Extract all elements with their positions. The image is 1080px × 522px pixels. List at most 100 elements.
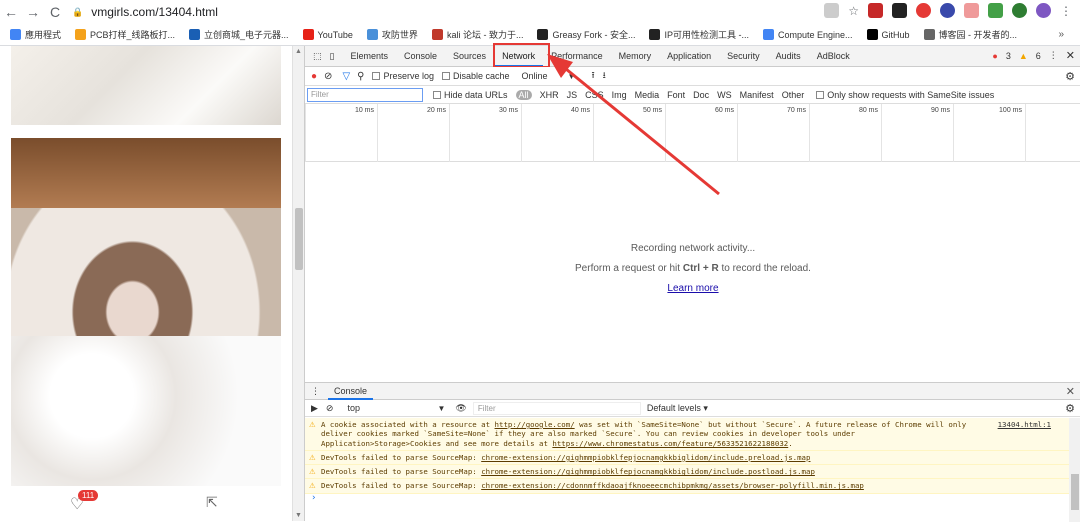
console-prompt[interactable]: › — [305, 493, 1069, 503]
extension-icon[interactable] — [868, 3, 883, 18]
scrollbar-thumb[interactable] — [295, 208, 303, 270]
page-scrollbar[interactable]: ▲ ▼ — [292, 46, 304, 521]
log-levels-select[interactable]: Default levels ▾ — [647, 403, 708, 414]
bookmark-item[interactable]: Compute Engine... — [762, 29, 853, 40]
back-button[interactable]: ← — [0, 1, 22, 23]
scroll-down-icon[interactable]: ▼ — [295, 512, 302, 519]
context-select[interactable]: top — [347, 403, 437, 413]
bookmark-item[interactable]: 博客园 - 开发者的... — [923, 28, 1017, 41]
bookmark-item[interactable]: IP可用性检测工具 -... — [649, 28, 749, 41]
preserve-log-checkbox[interactable] — [372, 72, 381, 80]
bookmark-item[interactable]: 攻防世界 — [366, 28, 418, 41]
sidebar-toggle-icon[interactable]: ▶ — [311, 403, 318, 414]
device-toolbar-icon[interactable]: ▯ — [326, 46, 339, 67]
bookmark-favicon-icon — [189, 29, 201, 40]
lock-icon: 🔒 — [72, 6, 84, 17]
message-link[interactable]: https://www.chromestatus.com/feature/563… — [552, 439, 788, 448]
tab-elements[interactable]: Elements — [342, 46, 396, 67]
settings-gear-icon[interactable]: ⚙ — [1065, 70, 1075, 83]
bookmark-label: YouTube — [317, 29, 353, 40]
avatar[interactable] — [1036, 3, 1051, 18]
bookmark-item[interactable]: 應用程式 — [10, 28, 61, 41]
source-link[interactable]: 13404.html:1 — [998, 420, 1051, 429]
scroll-up-icon[interactable]: ▲ — [295, 48, 302, 55]
extension-icon[interactable] — [988, 3, 1003, 18]
hint-suffix: to record the reload. — [718, 263, 811, 274]
bookmark-item[interactable]: GitHub — [866, 29, 910, 40]
filter-input[interactable]: Filter — [307, 87, 423, 102]
record-icon[interactable]: ● — [311, 71, 317, 82]
tab-sources[interactable]: Sources — [445, 46, 494, 67]
bookmark-favicon-icon — [302, 29, 314, 40]
eye-icon[interactable]: 👁 — [455, 403, 466, 414]
bookmark-item[interactable]: PCB打样_线路板打... — [75, 28, 175, 41]
tab-security[interactable]: Security — [719, 46, 768, 67]
console-filter-input[interactable]: Filter — [472, 401, 641, 415]
disable-cache-checkbox[interactable] — [442, 72, 450, 80]
extension-icon[interactable] — [940, 3, 955, 18]
bookmark-favicon-icon — [866, 29, 878, 40]
bookmark-favicon-icon — [431, 29, 443, 40]
adblock-icon[interactable] — [916, 3, 931, 18]
tab-audits[interactable]: Audits — [768, 46, 809, 67]
learn-more-link[interactable]: Learn more — [667, 283, 718, 294]
samesite-checkbox[interactable] — [816, 90, 825, 99]
forward-button[interactable]: → — [22, 1, 44, 23]
tab-adblock[interactable]: AdBlock — [809, 46, 858, 67]
scrollbar-thumb[interactable] — [1071, 474, 1079, 510]
disable-cache-label: Disable cache — [453, 71, 510, 81]
bookmark-label: GitHub — [881, 29, 910, 40]
message-link[interactable]: chrome-extension://cdonnmffkdaoajfknoeee… — [481, 481, 864, 490]
clear-console-icon[interactable]: ⊘ — [326, 403, 334, 414]
menu-icon[interactable]: ⋮ — [1060, 4, 1072, 18]
tab-console[interactable]: Console — [328, 383, 374, 400]
filter-type-all[interactable]: All — [515, 89, 532, 100]
console-drawer: ⋮ Console ✕ ▶ ⊘ top ▼ 👁 Filter Default l… — [305, 382, 1080, 522]
star-icon[interactable]: ☆ — [848, 4, 859, 18]
message-link[interactable]: http://google.com/ — [495, 420, 575, 429]
url-field[interactable]: 🔒 vmgirls.com/13404.html — [72, 5, 218, 19]
filter-type-other[interactable]: Other — [782, 90, 805, 100]
message-text: . — [788, 438, 793, 448]
search-icon[interactable]: ⚲ — [357, 71, 364, 82]
extension-icon[interactable] — [892, 3, 907, 18]
web-page: ♡ 111 ⇱ — [0, 46, 292, 521]
more-bookmarks-icon[interactable]: » — [1058, 29, 1064, 40]
kebab-menu-icon[interactable]: ⋮ — [1049, 50, 1058, 61]
bookmark-item[interactable]: YouTube — [302, 29, 353, 40]
close-drawer-icon[interactable]: ✕ — [1066, 385, 1075, 398]
clear-icon[interactable]: ⊘ — [324, 71, 332, 82]
tick-label: 20 ms — [426, 107, 446, 114]
share-icon[interactable]: ⇱ — [206, 494, 218, 511]
extension-icon[interactable] — [1012, 3, 1027, 18]
bookmark-favicon-icon — [537, 29, 549, 40]
tick-label: 90 ms — [930, 107, 950, 114]
filter-icon[interactable]: ▽ — [342, 71, 350, 82]
filter-type-manifest[interactable]: Manifest — [740, 90, 774, 100]
console-scrollbar[interactable] — [1069, 418, 1080, 522]
bookmark-item[interactable]: Greasy Fork - 安全... — [537, 28, 635, 41]
drawer-menu-icon[interactable]: ⋮ — [311, 386, 320, 397]
bookmark-item[interactable]: kali 论坛 - 致力于... — [431, 28, 523, 41]
annotation-arrow — [547, 54, 720, 196]
warning-icon: ⚠ — [309, 420, 316, 429]
bookmark-label: 攻防世界 — [381, 30, 418, 40]
console-settings-icon[interactable]: ⚙ — [1065, 402, 1075, 415]
extension-icon[interactable] — [964, 3, 979, 18]
hint-text: Perform a request or hit Ctrl + R to rec… — [305, 263, 1080, 274]
tab-console[interactable]: Console — [396, 46, 445, 67]
message-link[interactable]: chrome-extension://gighmmpiobklfepjocnam… — [481, 453, 810, 462]
message-link[interactable]: chrome-extension://gighmmpiobklfepjocnam… — [481, 467, 815, 476]
console-toolbar: ▶ ⊘ top ▼ 👁 Filter Default levels ▾ ⚙ — [305, 400, 1080, 417]
reload-button[interactable]: C — [44, 1, 66, 23]
photo — [11, 138, 281, 486]
close-icon[interactable]: ✕ — [1066, 49, 1075, 62]
hide-data-urls-checkbox[interactable] — [433, 90, 441, 99]
extension-toolbar: ☆ ⋮ — [824, 3, 1072, 18]
bookmark-favicon-icon — [649, 29, 661, 40]
inspect-icon[interactable]: ⬚ — [309, 46, 326, 67]
chevron-down-icon[interactable]: ▼ — [437, 404, 445, 413]
bookmark-item[interactable]: 立创商城_电子元器... — [189, 28, 289, 41]
translate-icon[interactable] — [824, 3, 840, 18]
empty-state: Recording network activity... Perform a … — [305, 243, 1080, 303]
